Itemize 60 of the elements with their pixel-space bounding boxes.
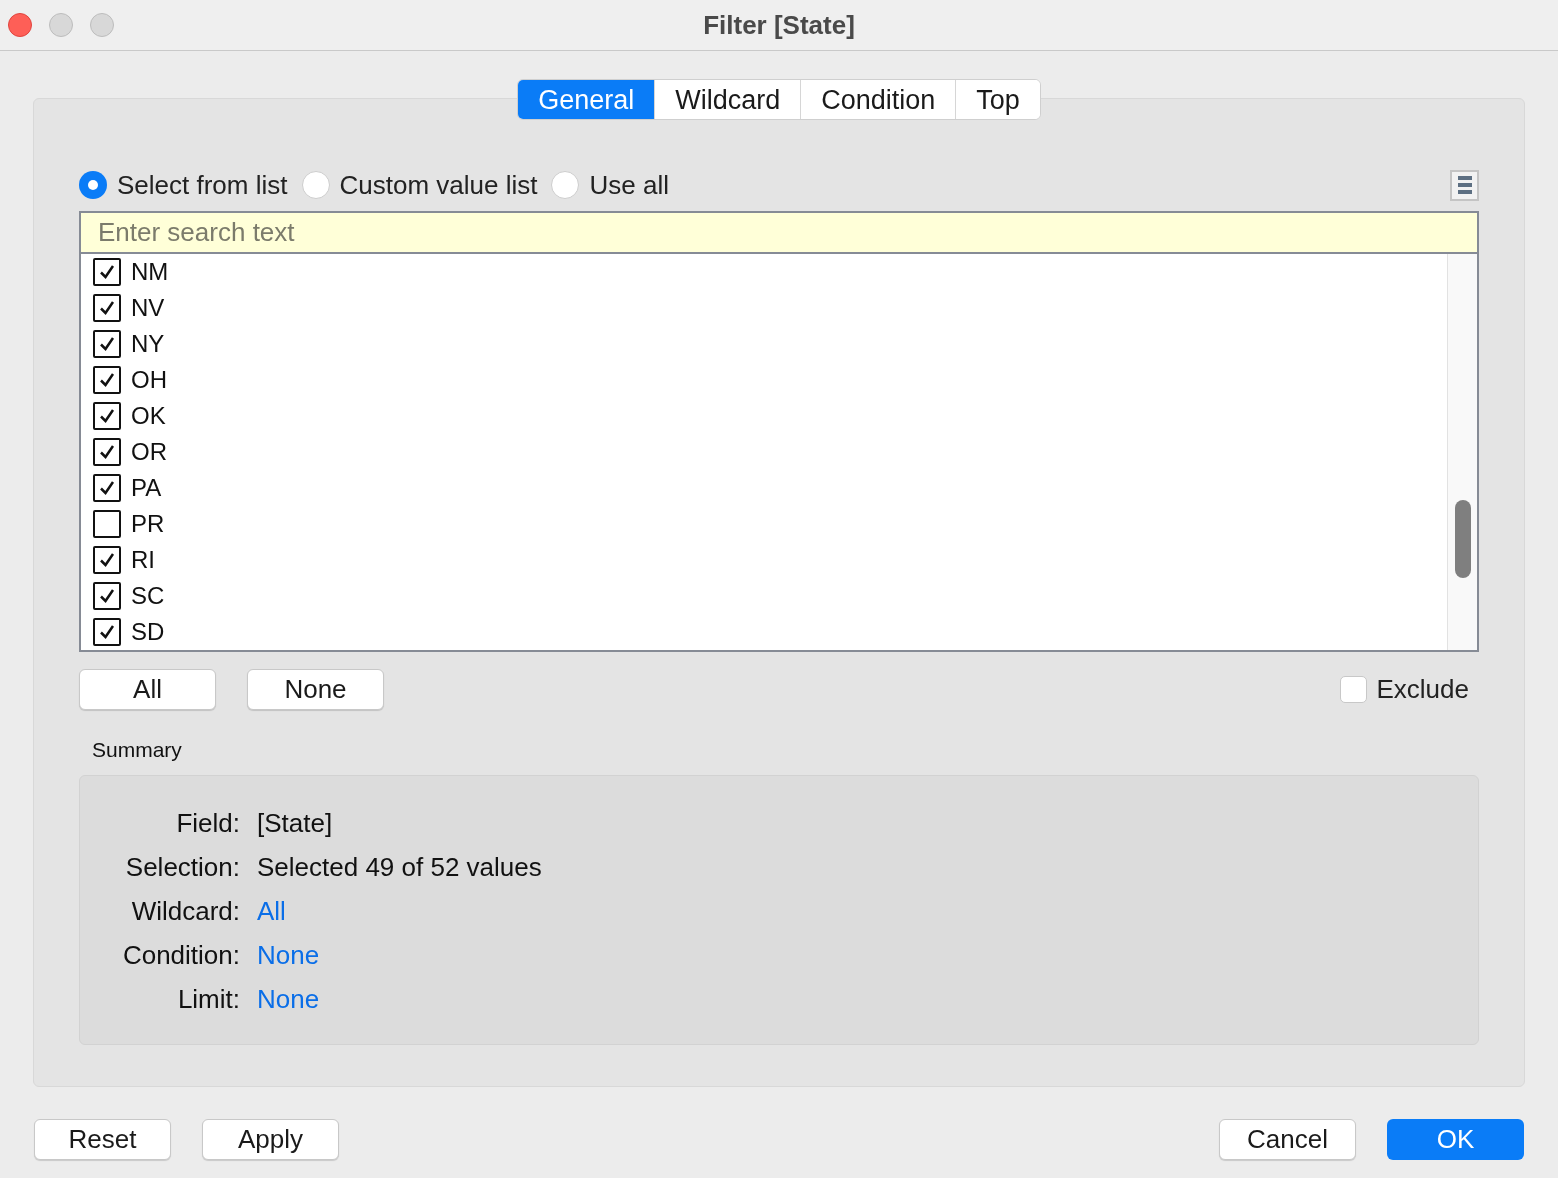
summary-label: Field:: [175, 806, 240, 840]
radio-label: Custom value list: [339, 168, 538, 202]
value-label: SC: [131, 581, 165, 611]
checkmark-icon: [98, 263, 116, 281]
value-label: PR: [131, 509, 165, 539]
value-label: OK: [131, 401, 166, 431]
footer-button[interactable]: OK: [1387, 1119, 1524, 1160]
tab[interactable]: General: [518, 80, 655, 119]
checkmark-icon: [98, 551, 116, 569]
checkbox[interactable]: [93, 330, 121, 358]
tab[interactable]: Top: [955, 80, 1040, 119]
footer-button[interactable]: Apply: [202, 1119, 339, 1160]
value-label: NM: [131, 257, 169, 287]
checkmark-icon: [98, 407, 116, 425]
search-field[interactable]: Enter search text: [81, 213, 1477, 254]
scrollbar[interactable]: [1447, 254, 1477, 650]
summary-value: Selected 49 of 52 values: [257, 850, 543, 884]
radio-button[interactable]: [79, 171, 107, 199]
summary-value: [State]: [257, 806, 334, 840]
value-label: OR: [131, 437, 167, 467]
checkmark-icon: [98, 299, 116, 317]
close-icon[interactable]: [8, 13, 32, 37]
summary-label: Selection:: [124, 850, 240, 884]
checkmark-icon: [98, 479, 116, 497]
value-label: NV: [131, 293, 165, 323]
summary-label: Condition:: [121, 938, 240, 972]
radio-button[interactable]: [551, 171, 580, 199]
checkmark-icon: [98, 587, 116, 605]
checkbox[interactable]: [93, 474, 121, 502]
value-label: OH: [131, 365, 167, 395]
checkbox[interactable]: [93, 582, 121, 610]
checkbox[interactable]: [93, 546, 121, 574]
radio-button[interactable]: [301, 171, 330, 199]
window-title: Filter [State]: [703, 8, 855, 42]
value-label: PA: [131, 473, 162, 503]
exclude-label: Exclude: [1376, 673, 1469, 706]
summary-label: Limit:: [176, 982, 240, 1016]
summary-heading: Summary: [92, 737, 183, 763]
checkbox[interactable]: [93, 510, 121, 538]
menu-icon[interactable]: [1450, 169, 1479, 201]
checkbox[interactable]: [93, 402, 121, 430]
checkbox[interactable]: [93, 294, 121, 322]
radio-label: Select from list: [117, 168, 288, 202]
checkmark-icon: [98, 443, 116, 461]
footer-button[interactable]: Reset: [34, 1119, 171, 1160]
checkbox[interactable]: [93, 438, 121, 466]
summary-label: Wildcard:: [130, 894, 240, 928]
list-button[interactable]: None: [247, 669, 384, 710]
value-label: SD: [131, 617, 165, 647]
value-label: NY: [131, 329, 165, 359]
footer-button[interactable]: Cancel: [1219, 1119, 1356, 1160]
checkmark-icon: [98, 335, 116, 353]
checkbox[interactable]: [93, 618, 121, 646]
checkmark-icon: [98, 623, 116, 641]
checkbox[interactable]: [93, 258, 121, 286]
value-label: RI: [131, 545, 155, 575]
radio-label: Use all: [589, 168, 669, 202]
list-button[interactable]: All: [79, 669, 216, 710]
checkmark-icon: [98, 371, 116, 389]
checkbox[interactable]: [93, 366, 121, 394]
